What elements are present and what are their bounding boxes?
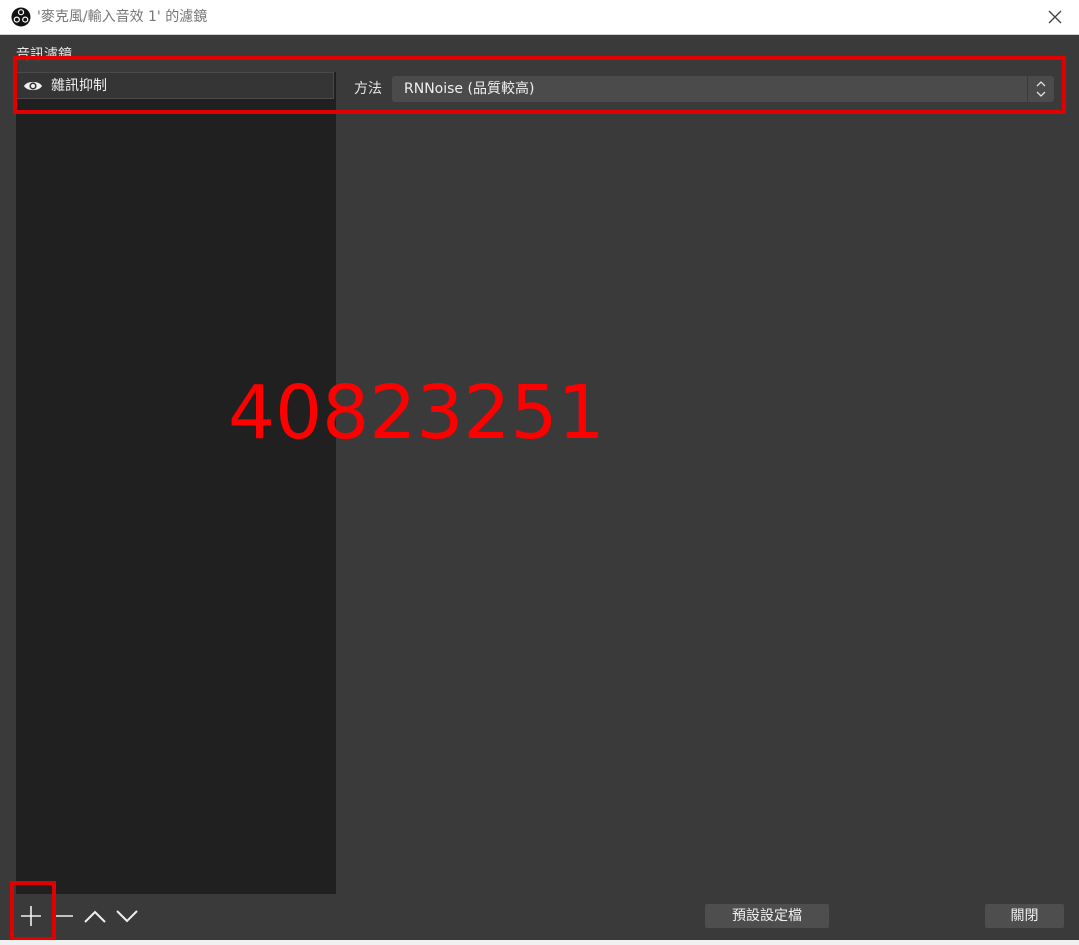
- chevron-up-icon[interactable]: [81, 903, 109, 929]
- window-bottom-edge: [0, 940, 1079, 945]
- method-dropdown[interactable]: RNNoise (品質較高): [392, 76, 1054, 102]
- obs-logo-icon: [11, 7, 31, 27]
- plus-icon[interactable]: [17, 903, 45, 929]
- filter-item-noise-suppression[interactable]: 雜訊抑制: [16, 72, 334, 99]
- window-title: '麥克風/輸入音效 1' 的濾鏡: [37, 9, 208, 25]
- close-icon[interactable]: [1045, 7, 1065, 27]
- title-bar: '麥克風/輸入音效 1' 的濾鏡: [0, 0, 1079, 35]
- updown-arrows-icon: [1027, 76, 1046, 102]
- defaults-button[interactable]: 預設設定檔: [705, 904, 829, 928]
- chevron-down-icon[interactable]: [113, 903, 141, 929]
- eye-icon[interactable]: [23, 79, 43, 93]
- filter-item-label: 雜訊抑制: [51, 78, 107, 94]
- close-button[interactable]: 關閉: [985, 904, 1064, 928]
- method-label: 方法: [354, 81, 382, 97]
- minus-icon[interactable]: [50, 903, 78, 929]
- audio-filter-list[interactable]: 雜訊抑制: [16, 72, 336, 894]
- filters-dialog-body: 音訊濾鏡 雜訊抑制 方法 RNNoise (品質較高) 40823251 預設設…: [0, 35, 1079, 945]
- method-dropdown-value: RNNoise (品質較高): [404, 81, 535, 97]
- audio-filters-label: 音訊濾鏡: [16, 47, 72, 63]
